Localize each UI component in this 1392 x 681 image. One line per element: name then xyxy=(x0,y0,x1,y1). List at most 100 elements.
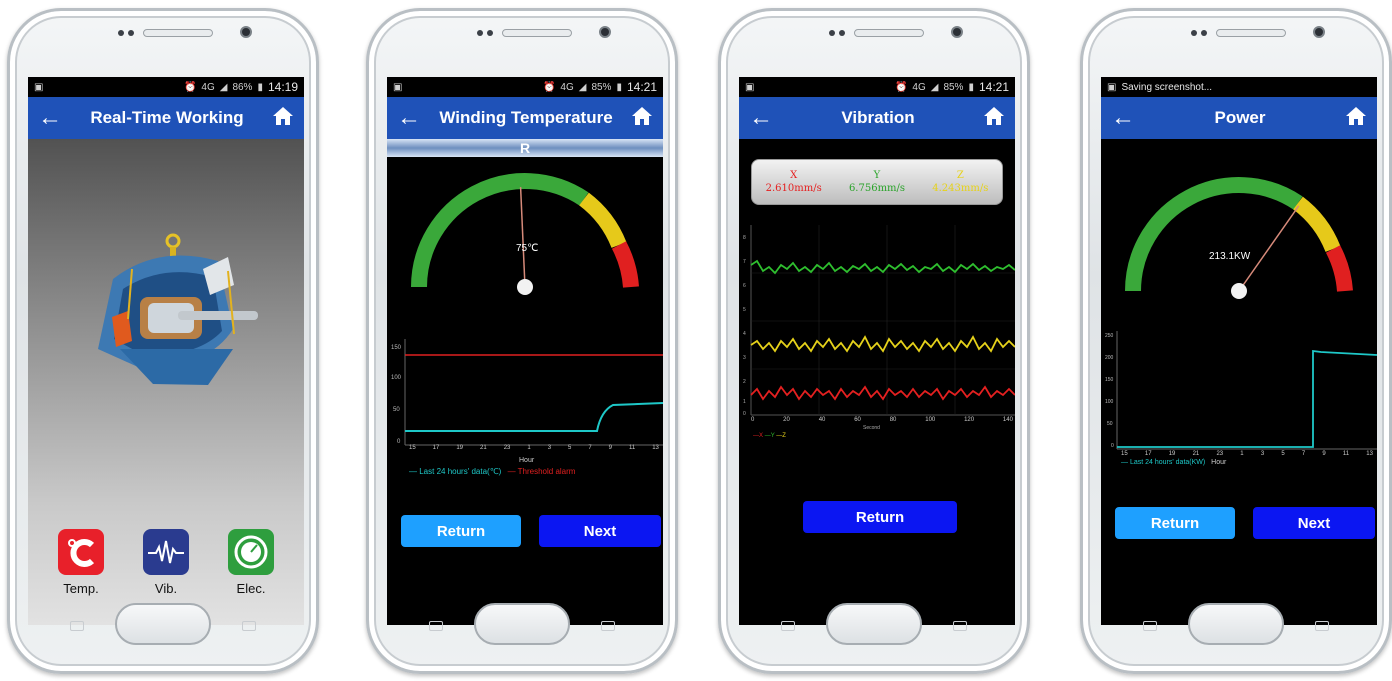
y-tick: 7 xyxy=(743,259,746,265)
home-button[interactable] xyxy=(474,603,570,645)
clock: 14:21 xyxy=(626,80,657,94)
app-bar: ← Winding Temperature xyxy=(387,97,663,139)
home-button[interactable] xyxy=(1188,603,1284,645)
y-tick: 6 xyxy=(743,283,746,289)
gauge-needle xyxy=(1238,205,1300,292)
app-bar: ← Real-Time Working xyxy=(28,97,304,139)
legend-data: Last 24 hours' data(KW) xyxy=(1129,459,1206,466)
x-readout: X 2.610mm/s xyxy=(766,169,822,195)
x-tick: 13 xyxy=(1366,451,1373,457)
next-button[interactable]: Next xyxy=(539,515,661,547)
legend-alarm: Threshold alarm xyxy=(517,467,576,476)
return-button[interactable]: Return xyxy=(1115,507,1235,539)
back-arrow-icon[interactable]: ← xyxy=(38,104,68,132)
status-bar: ▣ Saving screenshot... xyxy=(1101,77,1377,97)
x-tick: 23 xyxy=(1216,451,1224,457)
back-key[interactable] xyxy=(242,621,256,631)
front-camera-icon xyxy=(1313,26,1325,38)
back-arrow-icon[interactable]: ← xyxy=(1111,104,1141,132)
return-button[interactable]: Return xyxy=(401,515,521,547)
back-key[interactable] xyxy=(601,621,615,631)
screen: ▣ Saving screenshot... ← Power 213.1KW 2… xyxy=(1101,77,1377,625)
clock: 14:19 xyxy=(267,80,298,94)
gallery-notification-icon: ▣ xyxy=(34,81,44,93)
temperature-series-line xyxy=(405,402,663,432)
x-tick: 21 xyxy=(1192,451,1200,457)
x-tick: 15 xyxy=(409,445,416,451)
back-arrow-icon[interactable]: ← xyxy=(397,104,427,132)
vibration-tile[interactable] xyxy=(143,529,189,575)
x-tick-row: 15 17 19 21 23 1 3 5 7 9 11 13 xyxy=(409,445,659,451)
electric-tile[interactable] xyxy=(228,529,274,575)
notification-text: Saving screenshot... xyxy=(1121,81,1213,93)
back-key[interactable] xyxy=(953,621,967,631)
x-tick: 17 xyxy=(432,445,440,451)
y-tick: 3 xyxy=(743,355,746,361)
back-key[interactable] xyxy=(1315,621,1329,631)
legend-y: Y xyxy=(770,433,775,439)
proximity-sensor xyxy=(1191,30,1197,36)
page-title: Real-Time Working xyxy=(90,108,244,127)
status-bar: ▣ ⏰ 4G ◢ 86% ▮ 14:19 xyxy=(28,77,304,97)
power-chart: 250 200 150 100 50 0 xyxy=(1105,331,1377,450)
x-tick: 80 xyxy=(889,417,897,423)
x-axis-label: Hour xyxy=(519,457,535,464)
z-series-line xyxy=(750,335,1015,353)
next-button[interactable]: Next xyxy=(1253,507,1375,539)
battery-icon: ▮ xyxy=(616,81,622,93)
gauge-pivot xyxy=(1231,283,1247,299)
y-tick: 2 xyxy=(743,379,746,385)
home-icon[interactable] xyxy=(977,106,1005,131)
home-button[interactable] xyxy=(115,603,211,645)
legend-x: X xyxy=(759,433,764,439)
x-tick: 3 xyxy=(547,445,552,451)
proximity-sensor xyxy=(829,30,835,36)
y-axis-value: 6.756mm/s xyxy=(848,183,906,194)
x-tick: 21 xyxy=(480,445,487,451)
page-title: Vibration xyxy=(841,108,915,127)
y-tick: 0 xyxy=(397,439,401,445)
temperature-tile-label: Temp. xyxy=(63,581,99,596)
back-arrow-icon[interactable]: ← xyxy=(749,104,779,132)
recent-apps-key[interactable] xyxy=(429,621,443,631)
recent-apps-key[interactable] xyxy=(781,621,795,631)
gauge-needle xyxy=(519,187,526,288)
y-tick: 0 xyxy=(1111,443,1114,449)
network-label: 4G xyxy=(912,81,926,93)
x-tick: 9 xyxy=(1322,451,1326,457)
z-axis-name: Z xyxy=(956,170,964,181)
home-icon[interactable] xyxy=(625,106,653,131)
home-icon[interactable] xyxy=(1339,106,1367,131)
vibration-tile-label: Vib. xyxy=(154,581,178,596)
x-tick: 100 xyxy=(925,417,936,423)
y-series-line xyxy=(750,259,1015,275)
x-tick-row: 15 17 19 21 23 1 3 5 7 9 11 13 xyxy=(1121,451,1373,457)
x-tick: 5 xyxy=(568,445,572,451)
alarm-icon: ⏰ xyxy=(542,81,556,93)
light-sensor xyxy=(1201,30,1207,36)
front-camera-icon xyxy=(951,26,963,38)
recent-apps-key[interactable] xyxy=(70,621,84,631)
y-tick: 150 xyxy=(391,345,402,351)
gallery-notification-icon: ▣ xyxy=(745,81,755,93)
signal-icon: ◢ xyxy=(930,81,939,93)
screen: ▣ ⏰ 4G ◢ 86% ▮ 14:19 ← Real-Time Working xyxy=(28,77,304,625)
gauge-value: 213.1KW xyxy=(1209,251,1251,262)
gauge-value: 75℃ xyxy=(516,243,538,254)
x-tick: 1 xyxy=(1240,451,1244,457)
x-tick: 0 xyxy=(751,417,755,423)
home-icon[interactable] xyxy=(266,106,294,131)
temperature-tile[interactable] xyxy=(58,529,104,575)
y-tick: 0 xyxy=(743,411,746,417)
temperature-chart: 150 100 50 0 xyxy=(391,339,663,446)
x-tick: 120 xyxy=(964,417,975,423)
home-button[interactable] xyxy=(826,603,922,645)
return-button[interactable]: Return xyxy=(803,501,957,533)
recent-apps-key[interactable] xyxy=(1143,621,1157,631)
status-bar: ▣ ⏰ 4G ◢ 85% ▮ 14:21 xyxy=(387,77,663,97)
x-tick: 140 xyxy=(1002,417,1013,423)
screenshot-notification-icon: ▣ xyxy=(1107,81,1117,93)
motor-background: Temp. Vib. Elec. xyxy=(28,139,304,625)
z-readout: Z 4.243mm/s xyxy=(932,169,988,195)
earpiece xyxy=(143,29,213,37)
